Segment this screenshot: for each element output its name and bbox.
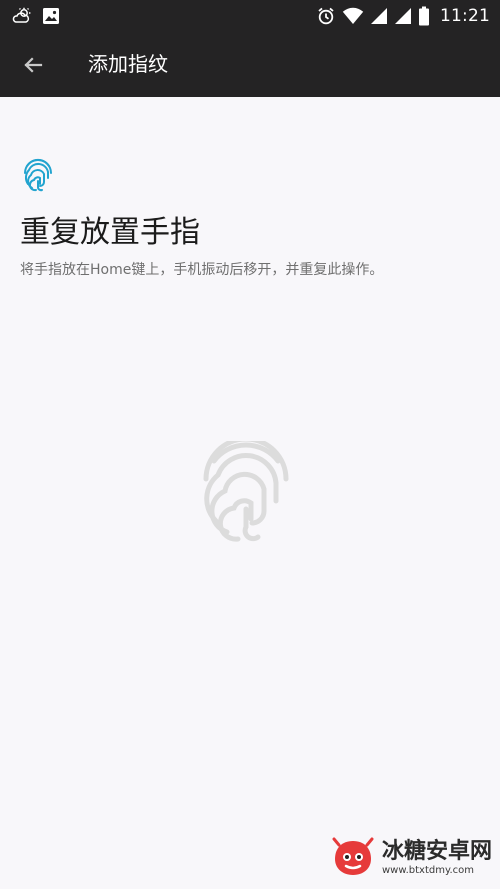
headline: 重复放置手指 (20, 215, 200, 250)
enroll-fingerprint-content: 重复放置手指 将手指放在Home键上，手机振动后移开，并重复此操作。 (0, 97, 500, 889)
page-title: 添加指纹 (88, 52, 168, 76)
watermark-url: www.btxtdmy.com (381, 864, 475, 876)
status-bar: 11:21 (0, 0, 500, 32)
back-button[interactable] (16, 48, 50, 82)
battery-icon (418, 6, 430, 26)
cloud-weather-icon (12, 7, 34, 25)
signal-icon (370, 7, 388, 25)
watermark-title: 冰糖安卓网 (381, 838, 492, 864)
signal-icon (394, 7, 412, 25)
watermark-logo: 冰糖安卓网 www.btxtdmy.com (330, 835, 492, 881)
wifi-icon (342, 7, 364, 25)
image-icon (42, 7, 60, 25)
instruction-text: 将手指放在Home键上，手机振动后移开，并重复此操作。 (20, 262, 384, 278)
status-right-icons: 11:21 (316, 4, 490, 28)
watermark-text: 冰糖安卓网 www.btxtdmy.com (381, 838, 492, 876)
arrow-left-icon (21, 53, 45, 77)
app-bar: 添加指纹 (0, 32, 500, 97)
alarm-icon (316, 6, 336, 26)
fingerprint-icon (22, 157, 54, 193)
status-time: 11:21 (440, 6, 490, 26)
watermark-mascot-icon (330, 835, 376, 881)
status-left-icons (12, 4, 60, 28)
fingerprint-icon (200, 436, 292, 545)
